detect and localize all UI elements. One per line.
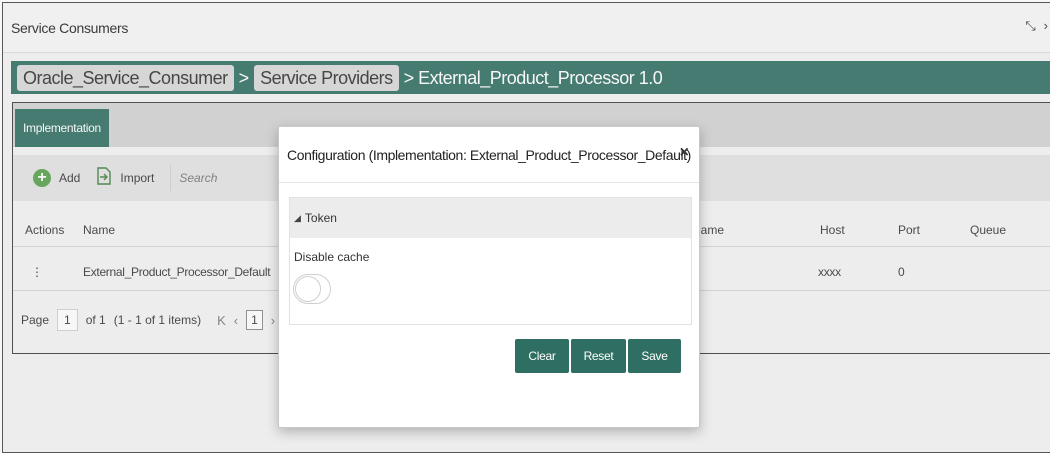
configuration-dialog: Configuration (Implementation: External_…	[278, 126, 700, 428]
disable-cache-toggle[interactable]	[293, 274, 331, 304]
reset-button[interactable]: Reset	[571, 339, 626, 373]
token-section-header[interactable]: ◢ Token	[290, 198, 691, 238]
toggle-knob	[295, 276, 321, 302]
clear-button[interactable]: Clear	[515, 339, 569, 373]
save-button[interactable]: Save	[628, 339, 681, 373]
collapse-caret-icon: ◢	[294, 212, 301, 223]
dialog-title: Configuration (Implementation: External_…	[287, 147, 691, 163]
dialog-actions: Clear Reset Save	[515, 339, 681, 373]
token-section-title: Token	[304, 211, 337, 225]
dialog-header: Configuration (Implementation: External_…	[279, 127, 699, 183]
token-section: ◢ Token Disable cache	[289, 197, 692, 325]
disable-cache-label: Disable cache	[294, 250, 370, 264]
close-icon[interactable]: ×	[680, 144, 689, 162]
